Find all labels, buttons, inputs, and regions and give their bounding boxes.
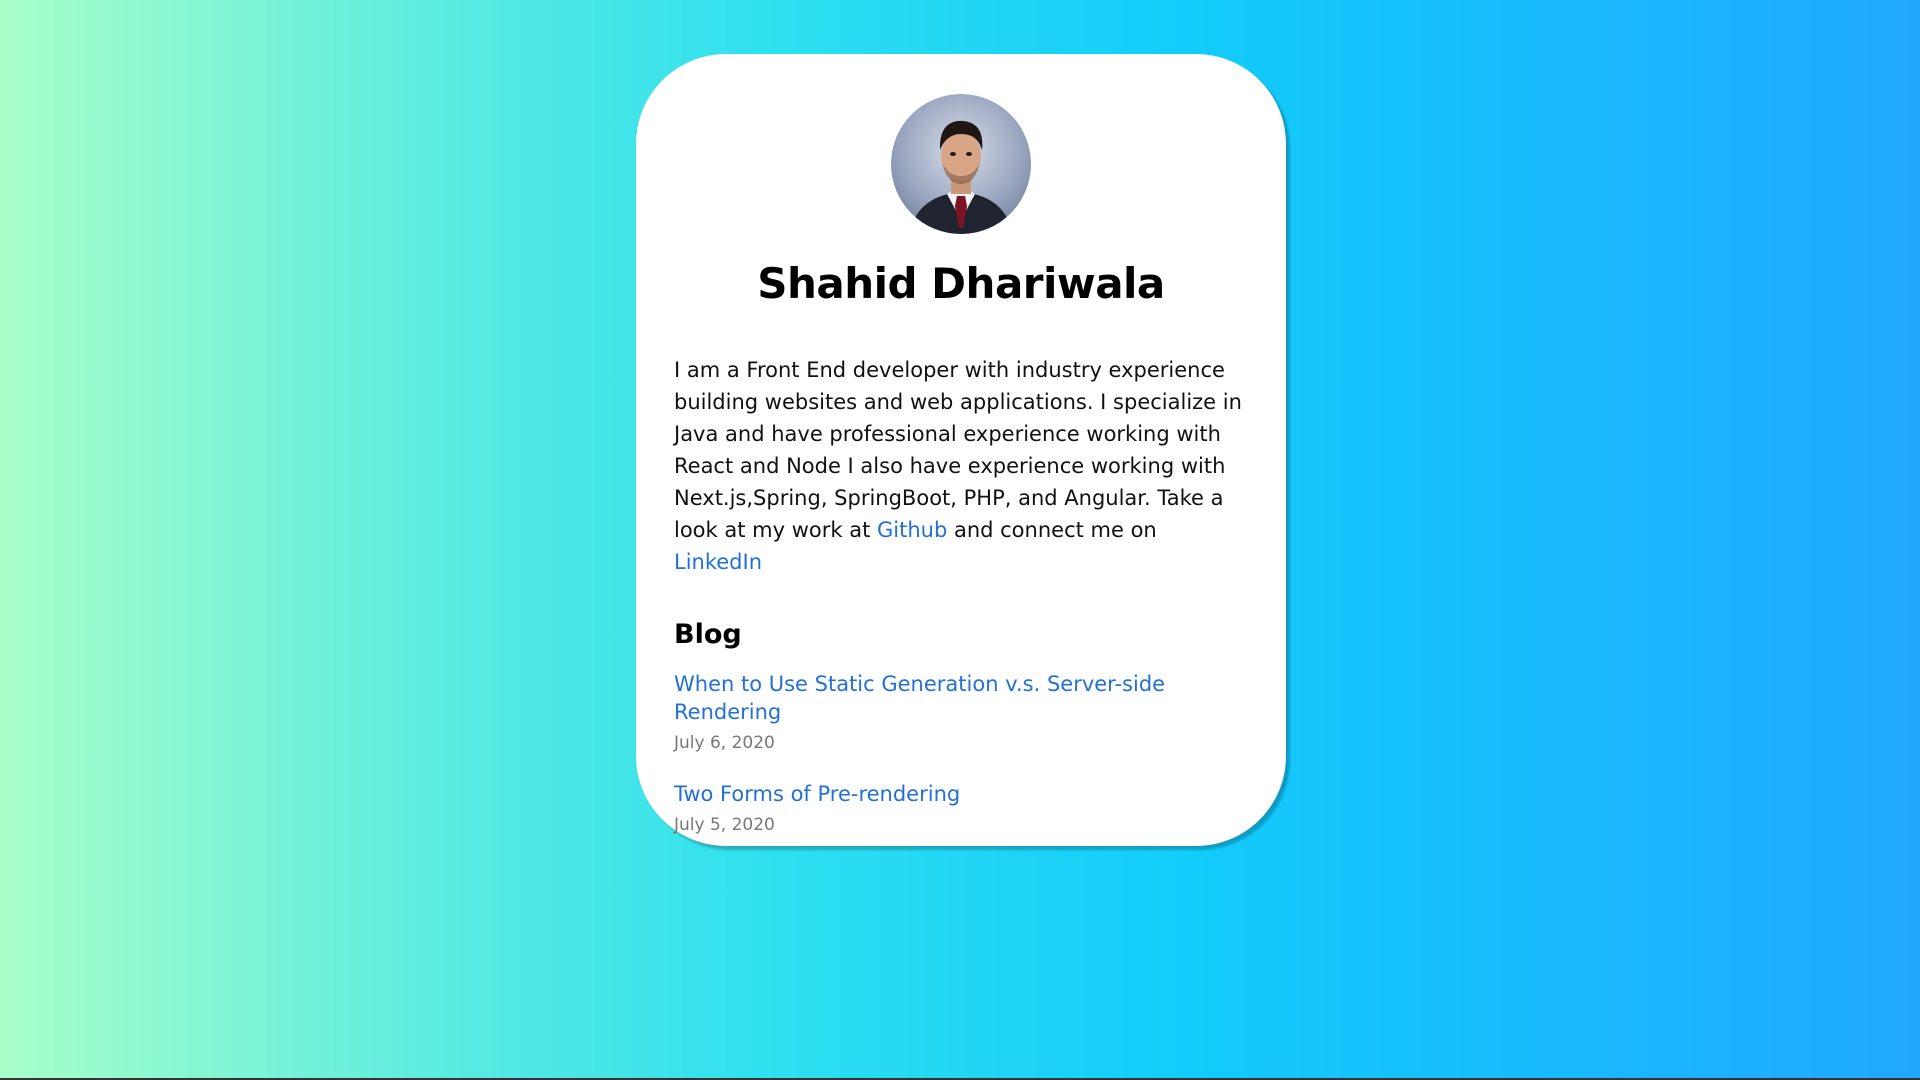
blog-heading: Blog: [674, 619, 742, 650]
bio-text-connect: and connect me on: [947, 518, 1157, 542]
avatar: [891, 94, 1031, 234]
blog-post-list: When to Use Static Generation v.s. Serve…: [674, 670, 1248, 836]
profile-card: Shahid Dhariwala I am a Front End develo…: [636, 54, 1286, 846]
profile-name: Shahid Dhariwala: [757, 259, 1165, 308]
linkedin-link[interactable]: LinkedIn: [674, 550, 762, 574]
blog-post-link[interactable]: Two Forms of Pre-rendering: [674, 780, 960, 808]
bio-paragraph: I am a Front End developer with industry…: [674, 354, 1248, 578]
list-item: When to Use Static Generation v.s. Serve…: [674, 670, 1248, 754]
list-item: Two Forms of Pre-rendering July 5, 2020: [674, 780, 1248, 836]
blog-post-date: July 6, 2020: [674, 733, 775, 753]
bio-text: I am a Front End developer with industry…: [674, 358, 1242, 542]
github-link[interactable]: Github: [877, 518, 947, 542]
person-photo-icon: [909, 120, 1013, 234]
blog-post-link[interactable]: When to Use Static Generation v.s. Serve…: [674, 670, 1248, 726]
blog-post-date: July 5, 2020: [674, 815, 775, 835]
